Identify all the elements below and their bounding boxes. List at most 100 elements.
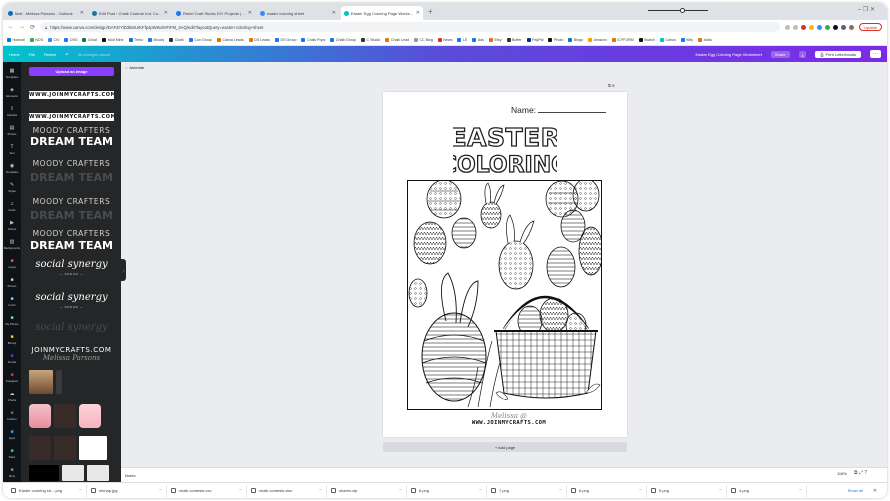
- brand-item[interactable]: social synergy: [29, 322, 114, 333]
- close-icon[interactable]: ✕: [873, 488, 877, 494]
- download-item[interactable]: 5.png ⌃: [647, 484, 727, 497]
- chevron-up-icon[interactable]: ⌃: [239, 488, 242, 493]
- brand-item[interactable]: DREAM TEAM: [29, 239, 114, 252]
- brand-item[interactable]: — SQUAD —: [29, 305, 114, 309]
- bookmark-item[interactable]: Switch: [638, 37, 655, 42]
- chevron-up-icon[interactable]: ⌃: [719, 488, 722, 493]
- title-graphic[interactable]: EASTER COLORING: [453, 122, 557, 178]
- extension-icon[interactable]: [833, 24, 839, 30]
- download-item[interactable]: chalk contests.xlsx ⌃: [247, 484, 327, 497]
- page-tools[interactable]: ⧉ ⊕: [608, 83, 615, 88]
- brand-item[interactable]: MOODY CRAFTERS: [29, 126, 114, 135]
- bookmark-item[interactable]: Photo: [548, 37, 563, 42]
- new-tab-button[interactable]: +: [428, 7, 433, 16]
- chevron-up-icon[interactable]: ⌃: [479, 488, 482, 493]
- extension-icon[interactable]: [801, 24, 807, 30]
- puzzle-icon[interactable]: [841, 24, 847, 30]
- bookmark-item[interactable]: LE: [457, 37, 467, 42]
- rail-item[interactable]: ▶ Videos: [3, 216, 21, 235]
- photo-thumbnail[interactable]: [79, 404, 101, 428]
- rail-item[interactable]: ▤ Photos: [3, 121, 21, 140]
- rail-item[interactable]: ■ My Photos: [3, 311, 21, 330]
- extension-icon[interactable]: [817, 24, 823, 30]
- undo-icon[interactable]: ↶: [65, 52, 68, 57]
- document-title[interactable]: Easter Egg Coloring Page Worksheet: [695, 52, 761, 57]
- bookmark-item[interactable]: C Studio: [361, 37, 380, 42]
- bookmark-item[interactable]: CIV: [47, 37, 59, 42]
- reload-icon[interactable]: ⟳: [30, 24, 35, 31]
- rail-item[interactable]: ■ Instagram: [3, 368, 21, 387]
- download-item[interactable]: 6.png ⌃: [567, 484, 647, 497]
- bookmark-item[interactable]: DS Leads: [248, 37, 270, 42]
- zoom-slider-track[interactable]: [648, 10, 708, 11]
- brand-item[interactable]: WWW.JOINMYCRAFTS.COM: [29, 113, 114, 121]
- chevron-up-icon[interactable]: ⌃: [159, 488, 162, 493]
- bookmark-item[interactable]: Con Group: [188, 37, 212, 42]
- photo-thumbnail[interactable]: [56, 370, 62, 394]
- photo-thumbnail[interactable]: [29, 465, 59, 481]
- upload-image-button[interactable]: Upload an image: [29, 67, 114, 76]
- chevron-up-icon[interactable]: ⌃: [399, 488, 402, 493]
- bookmark-item[interactable]: Hotmail: [7, 37, 25, 42]
- back-icon[interactable]: ←: [8, 24, 14, 30]
- design-page[interactable]: Name: EASTER COLORING: [383, 92, 627, 437]
- download-item[interactable]: 4.png ⌃: [727, 484, 807, 497]
- bookmark-item[interactable]: Bingo: [568, 37, 583, 42]
- rail-item[interactable]: ✎ Styles: [3, 178, 21, 197]
- notes-button[interactable]: Notes: [125, 473, 135, 478]
- browser-tab[interactable]: easter coloring sheet ✕: [257, 6, 339, 20]
- bookmark-item[interactable]: Buffer: [506, 37, 522, 42]
- bookmark-item[interactable]: Canva: [659, 37, 676, 42]
- photo-thumbnail[interactable]: [54, 436, 76, 460]
- brand-item[interactable]: WWW.JOINMYCRAFTS.COM: [29, 91, 114, 99]
- bookmark-item[interactable]: Chalk Pops: [301, 37, 325, 42]
- extension-icon[interactable]: [825, 24, 831, 30]
- rail-item[interactable]: ■ Bitmoji: [3, 330, 21, 349]
- photo-thumbnail[interactable]: [29, 370, 53, 394]
- bookmark-item[interactable]: DS Group: [274, 37, 296, 42]
- rail-item[interactable]: ■ Logos: [3, 254, 21, 273]
- bookmark-item[interactable]: Mod Mine: [102, 37, 124, 42]
- coloring-art-frame[interactable]: [407, 178, 604, 410]
- browser-tab[interactable]: Mail - Melissa Parsons - Outlook ✕: [5, 6, 87, 20]
- download-item[interactable]: 8.png ⌃: [407, 484, 487, 497]
- brand-item[interactable]: social synergy: [29, 259, 114, 270]
- url-bar[interactable]: 🔒︎ https://www.canva.com/design/DAFZrYiD…: [40, 22, 781, 32]
- close-tab-icon[interactable]: ✕: [164, 10, 168, 16]
- share-button[interactable]: Share: [770, 50, 790, 58]
- chevron-up-icon[interactable]: ⌃: [79, 488, 82, 493]
- bookmark-item[interactable]: DSS: [64, 37, 77, 42]
- close-tab-icon[interactable]: ✕: [80, 10, 84, 16]
- avatar[interactable]: [849, 24, 855, 30]
- brand-item[interactable]: MOODY CRAFTERS: [29, 197, 114, 206]
- photo-thumbnail[interactable]: [29, 436, 51, 460]
- print-button[interactable]: ⎙ Print Letterheads: [815, 50, 861, 58]
- rail-item[interactable]: ■ Photos: [3, 273, 21, 292]
- brand-item[interactable]: MOODY CRAFTERS: [29, 229, 114, 238]
- rail-item[interactable]: ■ Folders: [3, 406, 21, 425]
- browser-tab[interactable]: Easter Egg Coloring Page Workshe... ✕: [341, 6, 423, 20]
- bookmark-item[interactable]: Amazon: [588, 37, 607, 42]
- rail-item[interactable]: ■ More: [3, 463, 21, 482]
- zoom-level[interactable]: 118%: [837, 471, 847, 476]
- star-icon[interactable]: [793, 24, 799, 30]
- bookmark-item[interactable]: ICFFORM: [611, 37, 634, 42]
- chevron-up-icon[interactable]: ⌃: [799, 488, 802, 493]
- bookmark-item[interactable]: Moody: [147, 37, 164, 42]
- bookmark-item[interactable]: Cricut: [82, 37, 97, 42]
- update-button[interactable]: Update: [859, 23, 882, 31]
- add-page-button[interactable]: + Add page: [383, 442, 627, 452]
- photo-thumbnail[interactable]: [87, 465, 109, 481]
- photo-thumbnail[interactable]: [65, 370, 105, 394]
- rail-item[interactable]: ♫ Audio: [3, 197, 21, 216]
- rail-item[interactable]: ■ Pexels: [3, 349, 21, 368]
- download-button[interactable]: ⤓: [798, 50, 807, 58]
- brand-item[interactable]: DREAM TEAM: [29, 171, 114, 184]
- rail-item[interactable]: ■ Apps: [3, 425, 21, 444]
- rail-item[interactable]: T Text: [3, 140, 21, 159]
- chevron-up-icon[interactable]: ⌃: [559, 488, 562, 493]
- zoom-slider-handle[interactable]: [680, 8, 685, 13]
- bookmark-item[interactable]: Chalk Group: [330, 37, 356, 42]
- download-item[interactable]: 7.png ⌃: [487, 484, 567, 497]
- zoom-icon[interactable]: [785, 24, 791, 30]
